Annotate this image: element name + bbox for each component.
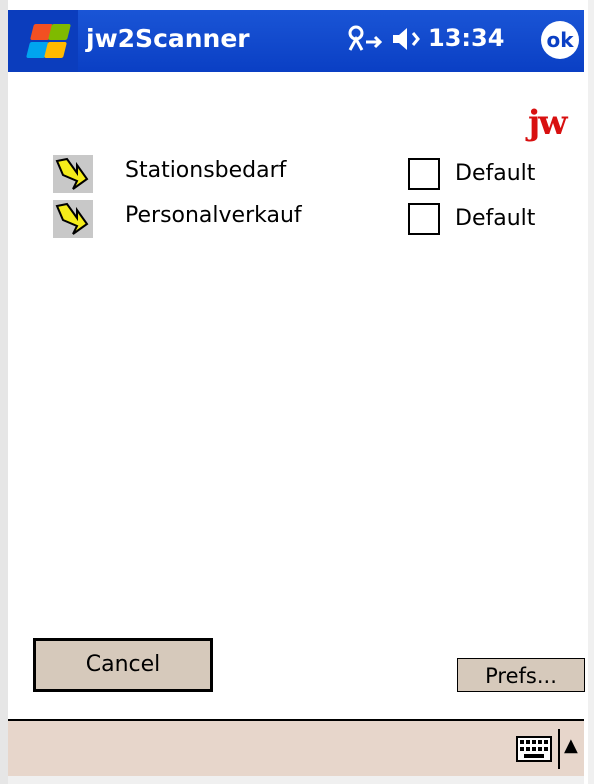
prefs-button[interactable]: Prefs...	[457, 658, 585, 692]
windows-logo-icon	[18, 22, 71, 60]
app-title: jw2Scanner	[86, 24, 250, 53]
speaker-icon[interactable]	[391, 24, 423, 60]
default-checkbox-stationsbedarf[interactable]	[408, 158, 440, 190]
clock[interactable]: 13:34	[428, 24, 504, 52]
jw-logo: jw	[528, 103, 568, 143]
title-bar: jw2Scanner 13:34 ok	[8, 10, 584, 72]
arrow-right-icon[interactable]	[53, 155, 93, 193]
window-edge-right	[588, 0, 594, 784]
input-panel-arrow-icon[interactable]: ▲	[564, 735, 578, 756]
app-window: jw2Scanner 13:34 ok jw Stationsbedarf De…	[0, 0, 594, 784]
connectivity-icon[interactable]	[346, 24, 384, 60]
cancel-button[interactable]: Cancel	[33, 638, 213, 692]
default-checkbox-personalverkauf[interactable]	[408, 203, 440, 235]
input-panel-separator	[558, 729, 560, 769]
default-label-personalverkauf[interactable]: Default	[455, 206, 535, 231]
window-edge-bottom	[8, 776, 584, 784]
window-edge-left	[0, 0, 8, 784]
menu-bar: ▲	[8, 721, 584, 776]
row-label-stationsbedarf[interactable]: Stationsbedarf	[125, 158, 286, 183]
start-button[interactable]	[8, 10, 78, 72]
row-label-personalverkauf[interactable]: Personalverkauf	[125, 203, 302, 228]
keyboard-icon[interactable]	[516, 736, 552, 762]
ok-button[interactable]: ok	[541, 21, 579, 59]
default-label-stationsbedarf[interactable]: Default	[455, 161, 535, 186]
arrow-right-icon[interactable]	[53, 200, 93, 238]
